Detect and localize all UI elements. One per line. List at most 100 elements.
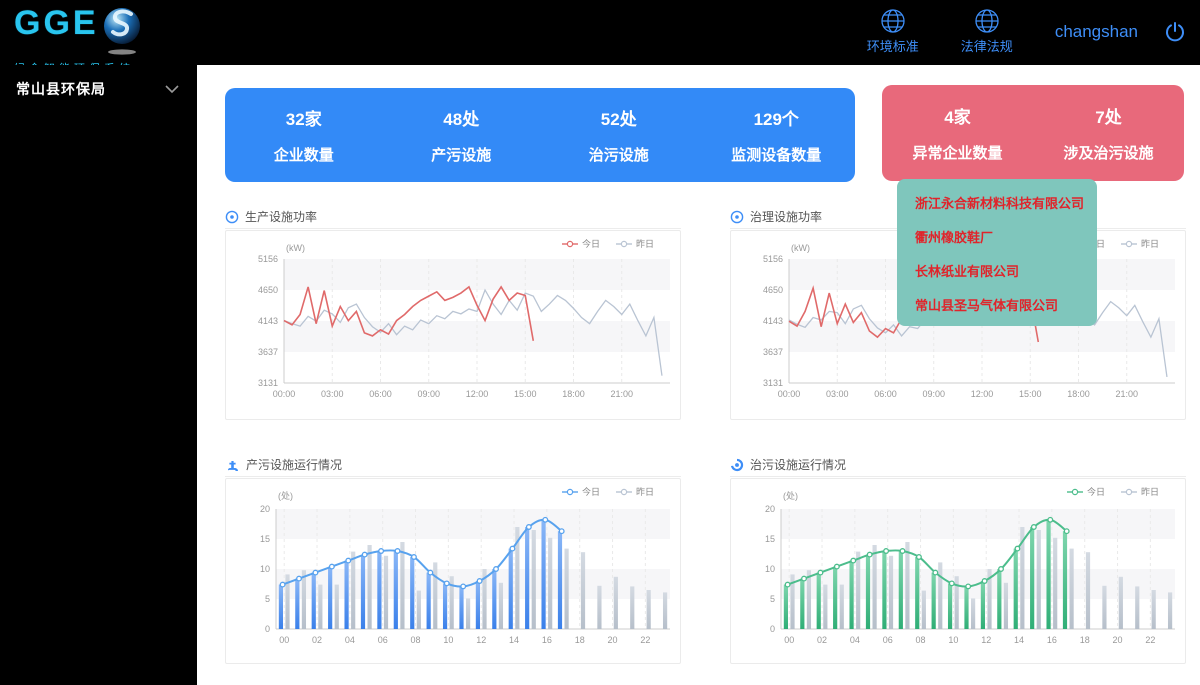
username[interactable]: changshan [1055,22,1138,42]
legend-item[interactable]: 今日 [562,486,600,497]
svg-text:20: 20 [765,504,775,514]
legend-item[interactable]: 今日 [1067,486,1105,497]
recycle-icon [730,458,744,472]
svg-text:00: 00 [784,635,794,645]
globe-icon [880,8,906,34]
svg-text:昨日: 昨日 [636,486,654,497]
nav-item-laws[interactable]: 法律法规 [961,8,1013,55]
abnormal-company-dropdown: 浙江永合新材料科技有限公司 衢州橡胶鞋厂 长林纸业有限公司 常山县圣马气体有限公… [897,179,1097,326]
chart-title: 治理设施功率 [750,208,822,225]
org-name: 常山县环保局 [16,79,106,99]
target-icon [730,210,744,224]
svg-text:0: 0 [770,624,775,634]
svg-text:15:00: 15:00 [1019,389,1042,399]
production-power-chart: 51564650414336373131(kW)00:0003:0006:000… [226,231,680,419]
abnormal-stats-card[interactable]: 4家 异常企业数量 7处 涉及治污设施 [882,85,1184,181]
nav-item-env-standards[interactable]: 环境标准 [867,8,919,55]
svg-text:(处): (处) [783,490,798,501]
stat-label: 异常企业数量 [912,142,1002,163]
svg-text:20: 20 [1113,635,1123,645]
stat-involved-facilities: 7处 涉及治污设施 [1033,85,1184,181]
sidebar: 常山县环保局 [0,65,197,685]
svg-text:10: 10 [765,564,775,574]
svg-text:10: 10 [443,635,453,645]
stat-treatment-facilities: 52处 治污设施 [540,88,698,182]
svg-text:4143: 4143 [763,316,783,326]
svg-text:08: 08 [411,635,421,645]
chevron-down-icon [165,85,179,94]
nav-label: 法律法规 [961,36,1013,55]
svg-text:(kW): (kW) [791,243,810,253]
svg-text:12: 12 [981,635,991,645]
svg-text:0: 0 [265,624,270,634]
svg-text:5156: 5156 [763,254,783,264]
svg-text:16: 16 [542,635,552,645]
production-power-section: 生产设施功率 51564650414336373131(kW)00:0003:0… [225,205,681,420]
svg-text:18: 18 [1080,635,1090,645]
stat-value: 32家 [286,105,322,130]
svg-text:12:00: 12:00 [971,389,994,399]
treatment-facility-status-section: 治污设施运行情况 20151050(处)00020406081012141618… [730,453,1186,664]
svg-text:18:00: 18:00 [1067,389,1090,399]
chart-card: 20151050(处)000204060810121416182022今日昨日 [730,478,1186,664]
chart-title: 生产设施功率 [245,208,317,225]
company-link[interactable]: 常山县圣马气体有限公司 [897,287,1097,321]
chart-title: 治污设施运行情况 [750,456,846,473]
legend-item[interactable]: 昨日 [1121,238,1159,249]
svg-text:15: 15 [260,534,270,544]
svg-text:04: 04 [345,635,355,645]
svg-text:06:00: 06:00 [874,389,897,399]
svg-text:18:00: 18:00 [562,389,585,399]
stat-pollution-facilities: 48处 产污设施 [383,88,541,182]
svg-text:15:00: 15:00 [514,389,537,399]
pollution-facility-status-section: 产污设施运行情况 20151050(处)00020406081012141618… [225,453,681,664]
company-link[interactable]: 浙江永合新材料科技有限公司 [897,185,1097,219]
svg-text:5: 5 [770,594,775,604]
svg-text:09:00: 09:00 [922,389,945,399]
svg-text:今日: 今日 [1087,486,1105,497]
svg-text:14: 14 [1014,635,1024,645]
pollution-facility-chart: 20151050(处)000204060810121416182022今日昨日 [226,479,680,663]
sidebar-item-org[interactable]: 常山县环保局 [0,65,197,99]
stat-value: 7处 [1095,103,1121,128]
svg-text:12:00: 12:00 [466,389,489,399]
logout-button[interactable] [1164,21,1186,43]
svg-text:03:00: 03:00 [826,389,849,399]
stat-label: 监测设备数量 [731,144,821,165]
stat-enterprises: 32家 企业数量 [225,88,383,182]
svg-text:21:00: 21:00 [610,389,633,399]
company-link[interactable]: 衢州橡胶鞋厂 [897,219,1097,253]
legend-item[interactable]: 今日 [562,238,600,249]
faucet-icon [225,458,240,472]
legend-item[interactable]: 昨日 [1121,486,1159,497]
top-navigation: 环境标准 法律法规 changshan [867,8,1190,55]
stat-value: 129个 [754,105,799,130]
svg-text:04: 04 [850,635,860,645]
chart-card: 20151050(处)000204060810121416182022今日昨日 [225,478,681,664]
svg-text:21:00: 21:00 [1115,389,1138,399]
legend-item[interactable]: 昨日 [616,486,654,497]
svg-text:06:00: 06:00 [369,389,392,399]
stat-value: 4家 [944,103,970,128]
chart-title-row: 生产设施功率 [225,205,681,229]
svg-text:10: 10 [260,564,270,574]
svg-text:08: 08 [916,635,926,645]
svg-text:4143: 4143 [258,316,278,326]
svg-text:今日: 今日 [582,486,600,497]
target-icon [225,210,239,224]
topbar: GGE 绿金智能环保系统 [0,0,1200,65]
treatment-facility-chart: 20151050(处)000204060810121416182022今日昨日 [731,479,1185,663]
company-link[interactable]: 长林纸业有限公司 [897,253,1097,287]
app-root: GGE 绿金智能环保系统 [0,0,1200,685]
svg-text:06: 06 [378,635,388,645]
svg-text:10: 10 [948,635,958,645]
legend-item[interactable]: 昨日 [616,238,654,249]
stat-value: 48处 [443,105,479,130]
summary-stats-card: 32家 企业数量 48处 产污设施 52处 治污设施 129个 监测设备数量 [225,88,855,182]
svg-text:5156: 5156 [258,254,278,264]
svg-text:昨日: 昨日 [636,238,654,249]
svg-text:20: 20 [608,635,618,645]
svg-text:03:00: 03:00 [321,389,344,399]
stat-label: 产污设施 [431,144,491,165]
svg-text:00:00: 00:00 [273,389,296,399]
